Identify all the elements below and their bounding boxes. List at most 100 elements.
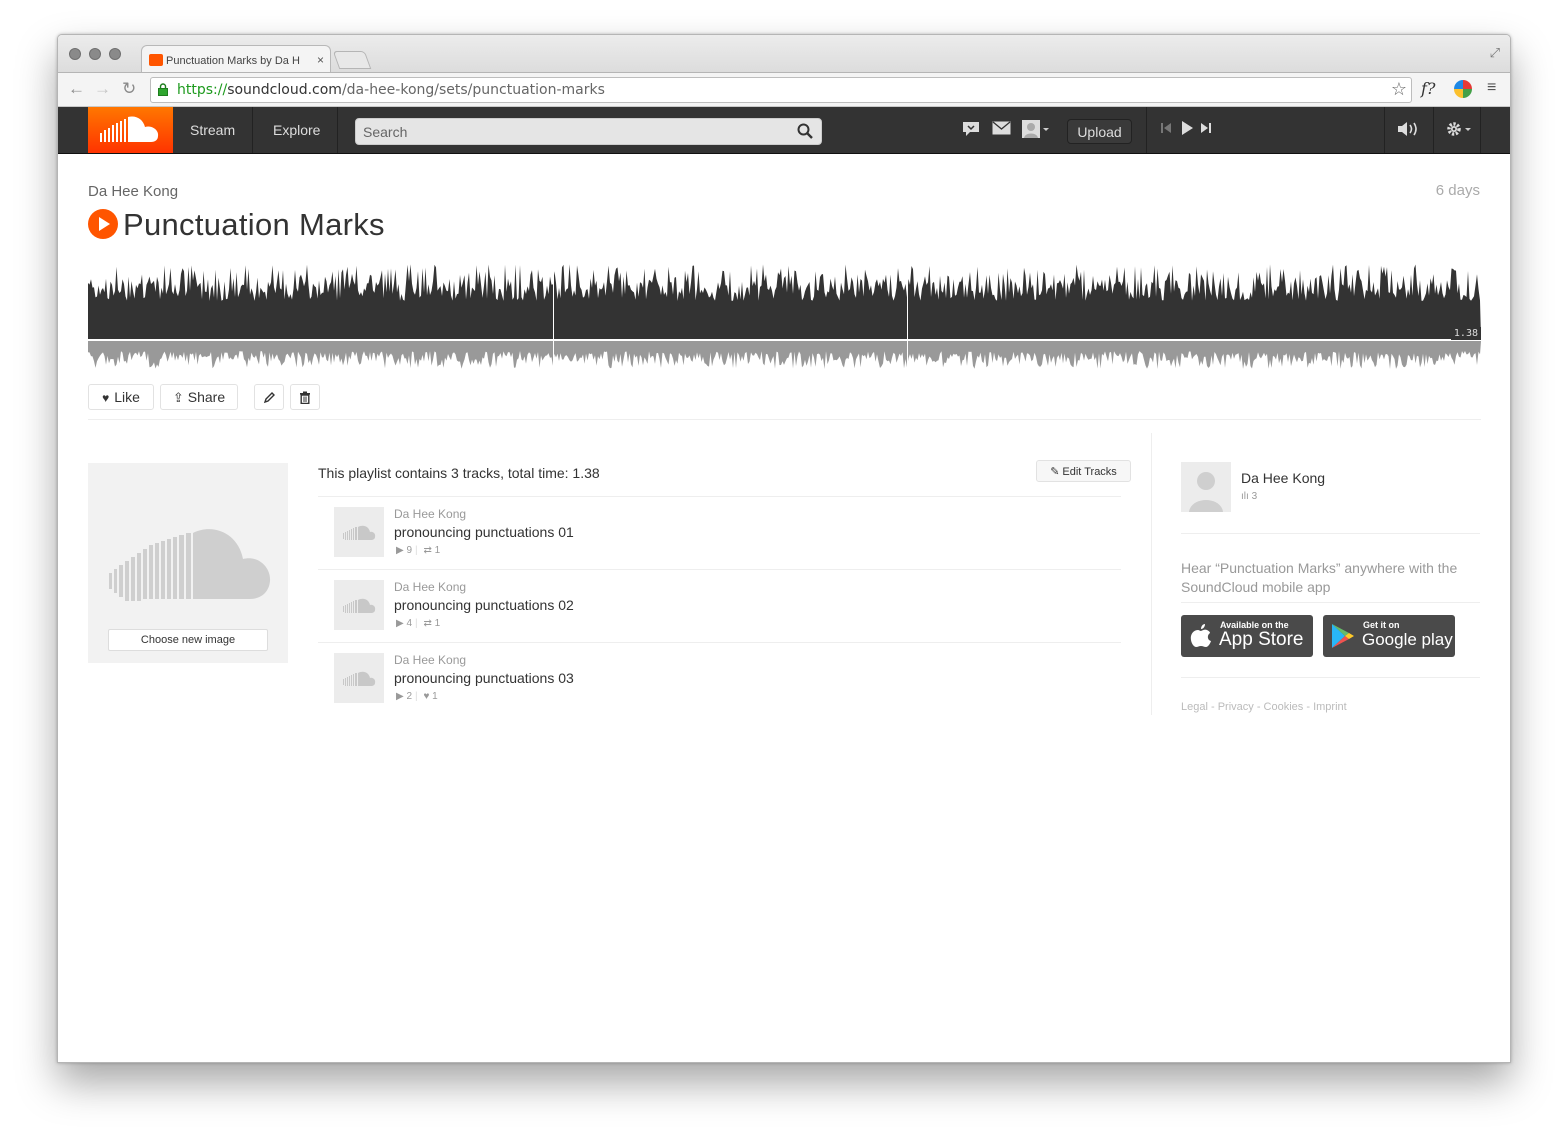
soundcloud-header: Stream Explore Search Upload (58, 107, 1510, 154)
sidebar-divider (1181, 602, 1480, 603)
list-item[interactable]: Da Hee Kong pronouncing punctuations 01 … (318, 496, 1121, 569)
header-separator (1433, 107, 1434, 153)
track-boundary-marker (553, 263, 554, 371)
new-tab-button[interactable] (332, 51, 372, 69)
edit-button[interactable] (254, 384, 284, 410)
share-label: Share (187, 389, 226, 405)
soundcloud-logo[interactable] (88, 107, 173, 153)
track-artwork[interactable] (334, 507, 384, 557)
soundcloud-placeholder-icon (343, 598, 376, 613)
tab-active[interactable]: Punctuation Marks by Da H × (141, 45, 331, 73)
user-track-count: ılı 3 (1241, 491, 1257, 502)
google-play-icon (1332, 624, 1354, 648)
footer-cookies[interactable]: Cookies (1264, 701, 1304, 713)
track-title[interactable]: pronouncing punctuations 01 (394, 524, 574, 540)
repost-icon: ⇄ (423, 618, 432, 629)
user-avatar-menu-icon[interactable] (1022, 119, 1052, 143)
soundcloud-placeholder-icon (343, 525, 376, 540)
waveform-graphic[interactable] (88, 263, 1481, 373)
track-boundary-marker (907, 263, 908, 371)
waveform-upper (88, 264, 1481, 339)
url-path: /da-hee-kong/sets/punctuation-marks (341, 82, 605, 98)
app-store-button[interactable]: Available on the App Store (1181, 615, 1313, 657)
track-stats: ▶ 4 | ⇄ 1 (396, 618, 441, 629)
track-stats: ▶ 2 | ♥ 1 (396, 691, 438, 702)
footer-separator: - (1303, 701, 1314, 713)
search-input[interactable]: Search (355, 118, 822, 145)
google-play-button[interactable]: Get it on Google play (1323, 615, 1455, 657)
user-avatar[interactable] (1181, 462, 1231, 512)
messages-bubble-icon[interactable] (962, 121, 980, 141)
extension-colorful-icon[interactable] (1454, 80, 1472, 98)
header-separator (1480, 107, 1481, 153)
set-artist-link[interactable]: Da Hee Kong (88, 183, 178, 200)
play-count: 2 (406, 691, 413, 702)
next-track-icon[interactable] (1200, 121, 1212, 138)
share-icon: ⇪ (172, 390, 184, 405)
menu-hamburger-icon[interactable]: ≡ (1487, 79, 1496, 97)
previous-track-icon[interactable] (1160, 121, 1172, 138)
minimize-window-button[interactable] (89, 48, 101, 60)
sidebar-divider (1181, 533, 1480, 534)
browser-toolbar: ← → ↻ https://soundcloud.com/da-hee-kong… (58, 72, 1510, 107)
duration-badge: 1.38 (1450, 327, 1481, 340)
browser-window: Punctuation Marks by Da H × ⤢ ← → ↻ http… (57, 34, 1511, 1063)
play-icon[interactable] (1180, 121, 1194, 139)
address-bar[interactable]: https://soundcloud.com/da-hee-kong/sets/… (150, 77, 1412, 103)
user-name[interactable]: Da Hee Kong (1241, 470, 1325, 486)
lock-icon (158, 83, 168, 96)
track-artwork[interactable] (334, 580, 384, 630)
nav-stream[interactable]: Stream (173, 107, 254, 153)
set-age: 6 days (1435, 182, 1480, 199)
share-button[interactable]: ⇪ Share (160, 384, 238, 410)
play-button[interactable] (88, 209, 118, 239)
zoom-window-button[interactable] (109, 48, 121, 60)
footer-separator: - (1207, 701, 1218, 713)
repost-icon: ⇄ (423, 545, 432, 556)
waveform[interactable]: 1.38 (88, 263, 1481, 373)
search-icon[interactable] (797, 123, 813, 139)
edit-tracks-button[interactable]: ✎ Edit Tracks (1036, 460, 1131, 482)
footer-links: Legal - Privacy - Cookies - Imprint (1181, 701, 1347, 713)
sidebar-divider (1151, 433, 1152, 715)
volume-icon[interactable] (1397, 121, 1423, 141)
play-count-icon: ▶ (396, 691, 404, 702)
tab-strip: Punctuation Marks by Da H × ⤢ (58, 35, 1510, 73)
play-count: 9 (406, 545, 413, 556)
choose-image-button[interactable]: Choose new image (108, 629, 268, 651)
footer-legal[interactable]: Legal (1181, 701, 1208, 713)
forward-arrow-icon[interactable]: → (94, 79, 111, 99)
nav-explore[interactable]: Explore (256, 107, 339, 153)
extension-fquestion-icon[interactable]: f? (1421, 79, 1436, 98)
fullscreen-icon[interactable]: ⤢ (1490, 45, 1500, 61)
settings-gear-icon[interactable] (1446, 120, 1474, 142)
list-item[interactable]: Da Hee Kong pronouncing punctuations 02 … (318, 569, 1121, 642)
play-count-icon: ▶ (396, 618, 404, 629)
back-arrow-icon[interactable]: ← (68, 79, 85, 99)
bookmark-star-icon[interactable]: ☆ (1391, 79, 1407, 100)
delete-button[interactable] (290, 384, 320, 410)
footer-imprint[interactable]: Imprint (1313, 701, 1347, 713)
tab-close-icon[interactable]: × (317, 53, 324, 67)
upload-button[interactable]: Upload (1067, 119, 1132, 144)
track-title[interactable]: pronouncing punctuations 02 (394, 597, 574, 613)
list-item[interactable]: Da Hee Kong pronouncing punctuations 03 … (318, 642, 1121, 715)
track-artist[interactable]: Da Hee Kong (394, 507, 466, 521)
trash-icon (300, 391, 310, 405)
track-title[interactable]: pronouncing punctuations 03 (394, 670, 574, 686)
play-count: 4 (406, 618, 413, 629)
like-button[interactable]: ♥ Like (88, 384, 154, 410)
track-artist[interactable]: Da Hee Kong (394, 653, 466, 667)
repost-count: 1 (434, 618, 441, 629)
header-separator (1146, 107, 1147, 153)
waveform-lower (88, 341, 1481, 369)
tracklist-summary: This playlist contains 3 tracks, total t… (318, 465, 600, 481)
soundcloud-placeholder-icon (343, 671, 376, 686)
track-artist[interactable]: Da Hee Kong (394, 580, 466, 594)
mail-envelope-icon[interactable] (992, 121, 1011, 139)
close-window-button[interactable] (69, 48, 81, 60)
reload-icon[interactable]: ↻ (122, 79, 136, 99)
footer-privacy[interactable]: Privacy (1218, 701, 1254, 713)
heart-icon: ♥ (423, 691, 430, 702)
track-artwork[interactable] (334, 653, 384, 703)
